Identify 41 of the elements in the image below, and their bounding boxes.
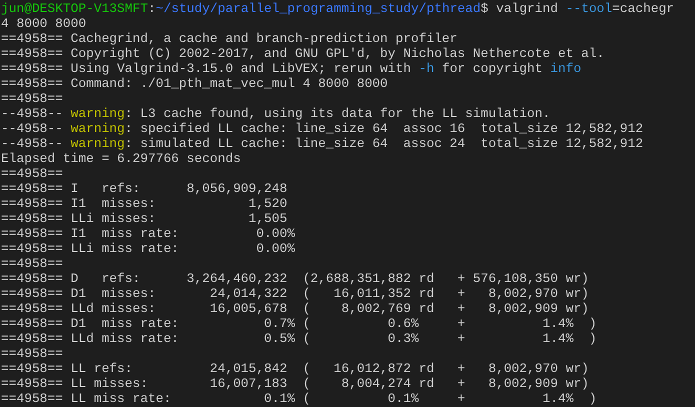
output-text: ==4958== LLd miss rate: 0.5% ( 0.3% + 1.4% ) <box>1 331 597 346</box>
output-text: ==4958== D1 miss rate: 0.7% ( 0.6% + 1.4% ) <box>1 316 597 331</box>
output-text: ==4958== <box>1 256 63 271</box>
prompt-user-host: jun@DESKTOP-V13SMFT <box>1 1 148 16</box>
highlighted-text: --tool <box>566 1 612 16</box>
output-text: : L3 cache found, using its data for the LL simulation. <box>124 106 550 121</box>
warning-label: warning <box>70 121 125 136</box>
output-text: ==4958== LL miss rate: 0.1% ( 0.1% + 1.4% ) <box>1 391 597 406</box>
highlighted-text: -h <box>418 61 434 76</box>
output-text: --4958-- <box>1 121 64 136</box>
output-text: ==4958== Cachegrind, a cache and branch-prediction profiler <box>1 31 458 46</box>
highlighted-text: info <box>550 61 582 76</box>
output-text: ==4958== D1 misses: 24,014,322 ( 16,011,352 rd + 8,002,970 wr) <box>1 286 589 301</box>
output-text: : simulated LL cache: line_size 64 assoc 24 total_size 12,582,912 <box>124 136 644 151</box>
warning-label: warning <box>70 136 125 151</box>
output-text: Elapsed time = 6.297766 seconds <box>1 151 241 166</box>
output-text: ==4958== I1 misses: 1,520 <box>1 196 288 211</box>
output-text: --4958-- <box>1 136 64 151</box>
output-text: ==4958== D refs: 3,264,460,232 (2,688,351,882 rd + 576,108,350 wr) <box>1 271 589 286</box>
output-text: ==4958== LLi misses: 1,505 <box>1 211 288 226</box>
prompt-path: ~/study/parallel_programming_study/pthread <box>156 1 481 16</box>
output-text: ==4958== I refs: 8,056,909,248 <box>1 181 288 196</box>
output-text: ==4958== LL refs: 24,015,842 ( 16,012,872 rd + 8,002,970 wr) <box>1 361 589 376</box>
output-text: ==4958== LL misses: 16,007,183 ( 8,004,274 rd + 8,002,909 wr) <box>1 376 589 391</box>
output-text: ==4958== LLd misses: 16,005,678 ( 8,002,769 rd + 8,002,909 wr) <box>1 301 589 316</box>
output-text: ==4958== <box>1 91 63 106</box>
output-text: $ valgrind <box>480 1 559 16</box>
output-text: ==4958== I1 miss rate: 0.00% <box>1 226 295 241</box>
output-text: ==4958== <box>1 166 63 181</box>
output-text: for copyright <box>440 61 544 76</box>
output-text: ==4958== Copyright (C) 2002-2017, and GNU GPL'd, by Nicholas Nethercote et al. <box>1 46 604 61</box>
output-text: ==4958== <box>1 346 63 361</box>
output-text: ==4958== Command: ./01_pth_mat_vec_mul 4 8000 8000 <box>1 76 388 91</box>
output-text: --4958-- <box>1 106 64 121</box>
output-text: =cachegr <box>612 1 674 16</box>
output-text: : specified LL cache: line_size 64 assoc 16 total_size 12,582,912 <box>124 121 644 136</box>
output-text: ==4958== LLi miss rate: 0.00% <box>1 241 295 256</box>
warning-label: warning <box>70 106 125 121</box>
output-text: 4 8000 8000 <box>1 16 86 31</box>
output-text: : <box>148 1 156 16</box>
output-text: ==4958== Using Valgrind-3.15.0 and LibVEX; rerun with <box>1 61 412 76</box>
